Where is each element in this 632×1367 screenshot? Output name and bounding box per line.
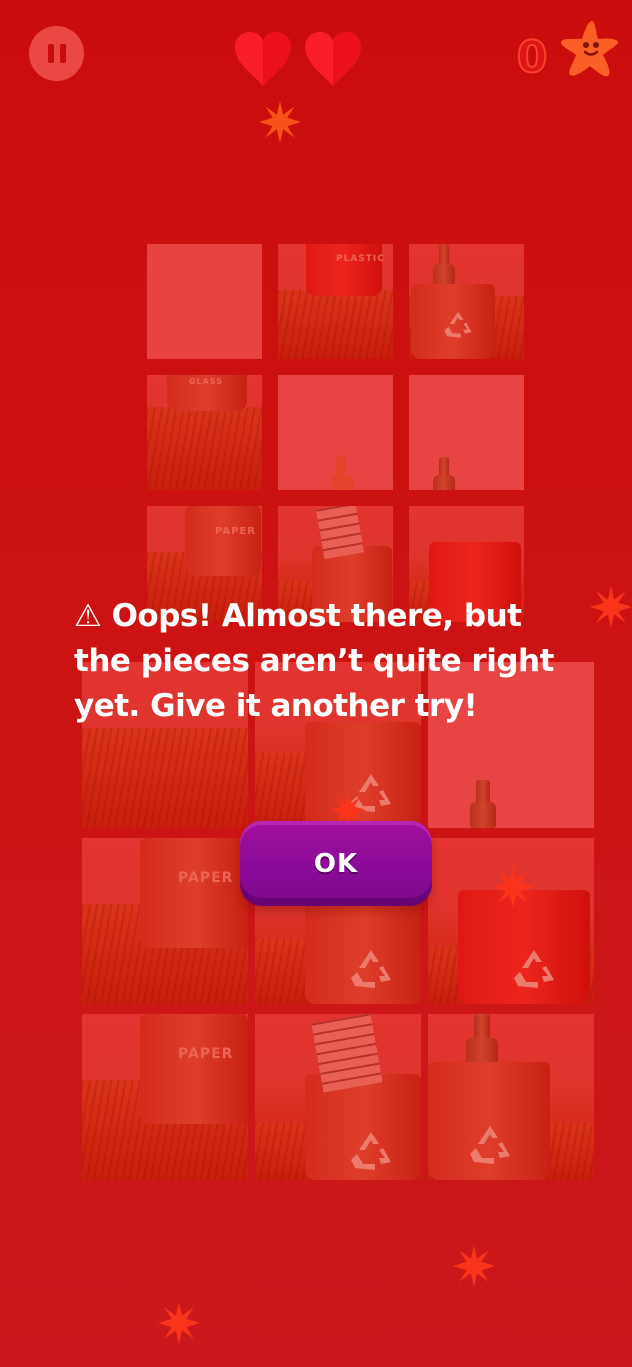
puzzle-piece[interactable] bbox=[255, 1014, 421, 1180]
reference-tile bbox=[409, 375, 524, 490]
sparkle-icon bbox=[259, 101, 301, 143]
sparkle-icon bbox=[158, 1302, 200, 1344]
sparkle-icon bbox=[492, 866, 534, 908]
pause-icon bbox=[47, 44, 54, 63]
puzzle-piece[interactable] bbox=[428, 1014, 594, 1180]
starfish-icon bbox=[560, 21, 618, 77]
recycle-icon bbox=[444, 311, 472, 338]
reference-tile: PLASTIC bbox=[278, 244, 393, 359]
heart-icon bbox=[235, 32, 291, 86]
puzzle-board: PAPER PAPER bbox=[82, 662, 594, 1180]
recycle-icon bbox=[514, 950, 554, 988]
pause-button[interactable] bbox=[29, 26, 84, 81]
reference-tile: GLASS bbox=[147, 375, 262, 490]
recycle-icon bbox=[351, 1132, 391, 1170]
lives-display bbox=[233, 30, 363, 88]
reference-image-grid: PLASTIC GLASS PAPER bbox=[147, 244, 525, 622]
recycle-icon bbox=[351, 950, 391, 988]
score-counter: 0 bbox=[516, 31, 549, 84]
puzzle-piece[interactable] bbox=[428, 838, 594, 1004]
ok-button[interactable]: OK bbox=[240, 821, 432, 906]
result-message: ⚠ Oops! Almost there, but the pieces are… bbox=[74, 598, 554, 724]
sparkle-icon bbox=[590, 586, 632, 628]
puzzle-piece[interactable]: PAPER bbox=[82, 838, 248, 1004]
recycle-icon bbox=[470, 1126, 510, 1164]
reference-tile bbox=[147, 244, 262, 359]
reference-tile bbox=[278, 375, 393, 490]
heart-icon bbox=[305, 32, 361, 86]
sparkle-icon bbox=[453, 1245, 495, 1287]
puzzle-piece[interactable]: PAPER bbox=[82, 1014, 248, 1180]
reference-tile bbox=[409, 244, 524, 359]
